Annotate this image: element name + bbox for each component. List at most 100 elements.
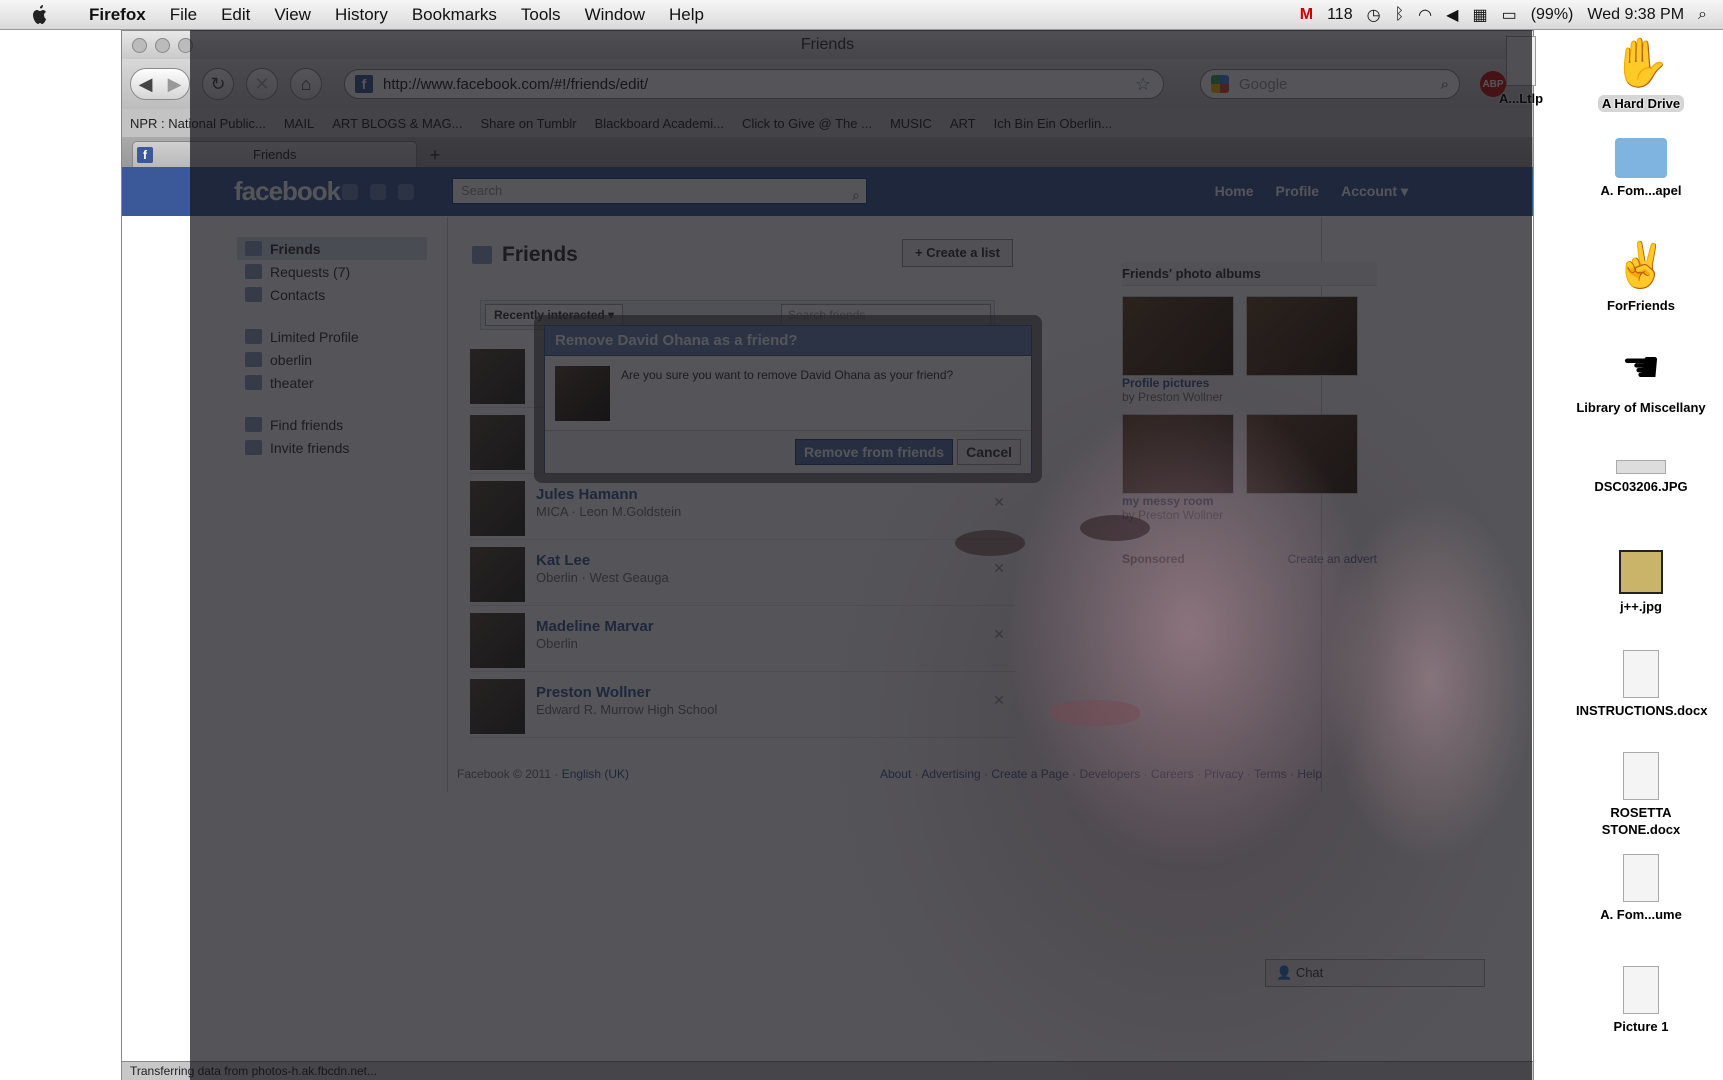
volume-icon[interactable]: ◀ (1446, 5, 1458, 25)
friend-name[interactable]: Preston Wollner (536, 684, 651, 701)
messages-icon[interactable] (370, 183, 386, 200)
album-title[interactable]: my messy room (1122, 494, 1377, 508)
album-title[interactable]: Profile pictures (1122, 376, 1377, 390)
spotlight-icon[interactable]: ⌕ (1698, 6, 1707, 24)
avatar[interactable] (470, 613, 525, 668)
reload-button[interactable]: ↻ (202, 68, 234, 100)
sidebar-list-theater[interactable]: theater (237, 371, 427, 394)
friend-requests-icon[interactable] (342, 183, 358, 200)
remove-friend-icon[interactable]: ✕ (993, 560, 1005, 577)
stop-button[interactable]: ✕ (246, 68, 278, 100)
bookmark-item[interactable]: ART (950, 116, 976, 131)
create-advert-link[interactable]: Create an advert (1288, 552, 1377, 566)
sidebar-item-contacts[interactable]: Contacts (237, 283, 427, 306)
sidebar-find-friends[interactable]: Find friends (237, 413, 427, 436)
wifi-icon[interactable]: ◠ (1418, 5, 1432, 25)
avatar[interactable] (470, 679, 525, 734)
desktop-item[interactable]: A. Fom...apel (1576, 138, 1706, 199)
desktop-item[interactable]: ROSETTA STONE.docx (1576, 752, 1706, 838)
nav-profile[interactable]: Profile (1276, 183, 1320, 200)
cancel-button[interactable]: Cancel (957, 439, 1021, 465)
home-button[interactable]: ⌂ (290, 68, 322, 100)
remove-friend-icon[interactable]: ✕ (993, 494, 1005, 511)
facebook-search-input[interactable]: Search ⌕ (452, 178, 867, 204)
menu-tools[interactable]: Tools (509, 0, 573, 30)
desktop-item[interactable]: ✌ ForFriends (1576, 238, 1706, 314)
menu-help[interactable]: Help (657, 0, 716, 30)
bluetooth-icon[interactable]: ᛒ (1395, 6, 1405, 24)
bookmark-item[interactable]: NPR : National Public... (130, 116, 266, 131)
new-tab-button[interactable]: + (423, 143, 447, 167)
footer-link-create-page[interactable]: Create a Page (991, 767, 1068, 781)
sidebar-invite-friends[interactable]: Invite friends (237, 436, 427, 459)
battery-icon[interactable]: ▭ (1502, 5, 1517, 25)
menu-window[interactable]: Window (573, 0, 657, 30)
menu-bookmarks[interactable]: Bookmarks (400, 0, 509, 30)
avatar[interactable] (470, 547, 525, 602)
url-bar[interactable]: f http://www.facebook.com/#!/friends/edi… (344, 69, 1164, 99)
time-machine-icon[interactable]: ◷ (1367, 5, 1381, 25)
facebook-logo[interactable]: facebook (234, 176, 341, 207)
avatar[interactable] (470, 415, 525, 470)
footer-link-help[interactable]: Help (1297, 767, 1322, 781)
language-link[interactable]: English (UK) (562, 767, 629, 781)
search-go-icon[interactable]: ⌕ (1441, 76, 1449, 93)
clock[interactable]: Wed 9:38 PM (1587, 6, 1684, 24)
desktop-item[interactable]: INSTRUCTIONS.docx (1576, 650, 1707, 719)
gmail-notifier-icon[interactable]: M (1300, 6, 1313, 24)
bookmark-item[interactable]: MUSIC (890, 116, 932, 131)
friend-name[interactable]: Madeline Marvar (536, 618, 654, 635)
search-bar[interactable]: Google ⌕ (1200, 69, 1460, 99)
album-thumbnail[interactable] (1122, 296, 1234, 376)
remove-friend-icon[interactable]: ✕ (993, 692, 1005, 709)
menu-app-firefox[interactable]: Firefox (77, 0, 158, 30)
apple-menu-icon[interactable] (25, 4, 55, 26)
album-thumbnail[interactable] (1122, 414, 1234, 494)
bookmark-item[interactable]: Share on Tumblr (480, 116, 576, 131)
footer-link-careers[interactable]: Careers (1151, 767, 1194, 781)
avatar[interactable] (470, 481, 525, 536)
desktop-item[interactable]: j++.jpg (1576, 550, 1706, 615)
sidebar-list-oberlin[interactable]: oberlin (237, 348, 427, 371)
sidebar-item-friends[interactable]: Friends (237, 237, 427, 260)
back-button[interactable]: ◀ (131, 74, 160, 95)
bookmark-item[interactable]: ART BLOGS & MAG... (332, 116, 462, 131)
bookmark-item[interactable]: Ich Bin Ein Oberlin... (994, 116, 1113, 131)
footer-link-developers[interactable]: Developers (1079, 767, 1140, 781)
nav-account[interactable]: Account ▾ (1341, 183, 1408, 200)
sidebar-list-limited-profile[interactable]: Limited Profile (237, 325, 427, 348)
desktop-item-hard-drive[interactable]: ✋ A Hard Drive (1576, 36, 1706, 112)
bookmark-star-icon[interactable]: ☆ (1135, 74, 1151, 95)
desktop-item[interactable]: Picture 1 (1576, 966, 1706, 1035)
menu-view[interactable]: View (262, 0, 323, 30)
notifications-icon[interactable] (398, 183, 414, 200)
remove-friend-icon[interactable]: ✕ (993, 626, 1005, 643)
tab-friends[interactable]: f Friends (132, 141, 417, 167)
album-thumbnail[interactable] (1246, 296, 1358, 376)
friend-name[interactable]: Jules Hamann (536, 486, 638, 503)
forward-button[interactable]: ▶ (160, 74, 189, 95)
album-thumbnail[interactable] (1246, 414, 1358, 494)
bookmark-item[interactable]: Blackboard Academi... (595, 116, 724, 131)
bookmark-item[interactable]: Click to Give @ The ... (742, 116, 872, 131)
nav-home[interactable]: Home (1215, 183, 1254, 200)
desktop-item[interactable]: A. Fom...ume (1576, 854, 1706, 923)
avatar[interactable] (470, 349, 525, 404)
friend-name[interactable]: Kat Lee (536, 552, 590, 569)
menu-edit[interactable]: Edit (209, 0, 262, 30)
sidebar-item-requests[interactable]: Requests (7) (237, 260, 427, 283)
flag-input-icon[interactable]: ▦ (1472, 5, 1487, 25)
google-engine-icon[interactable] (1211, 75, 1229, 93)
footer-link-about[interactable]: About (880, 767, 911, 781)
footer-link-privacy[interactable]: Privacy (1204, 767, 1243, 781)
menu-history[interactable]: History (323, 0, 400, 30)
bookmark-item[interactable]: MAIL (284, 116, 314, 131)
chat-bar[interactable]: 👤 Chat (1265, 959, 1485, 987)
menu-file[interactable]: File (158, 0, 209, 30)
desktop-item[interactable]: DSC03206.JPG (1576, 460, 1706, 495)
footer-link-advertising[interactable]: Advertising (921, 767, 980, 781)
footer-link-terms[interactable]: Terms (1254, 767, 1287, 781)
remove-from-friends-button[interactable]: Remove from friends (794, 439, 953, 465)
desktop-item[interactable]: A...Ltlp (1466, 36, 1576, 107)
create-list-button[interactable]: + Create a list (902, 239, 1013, 267)
